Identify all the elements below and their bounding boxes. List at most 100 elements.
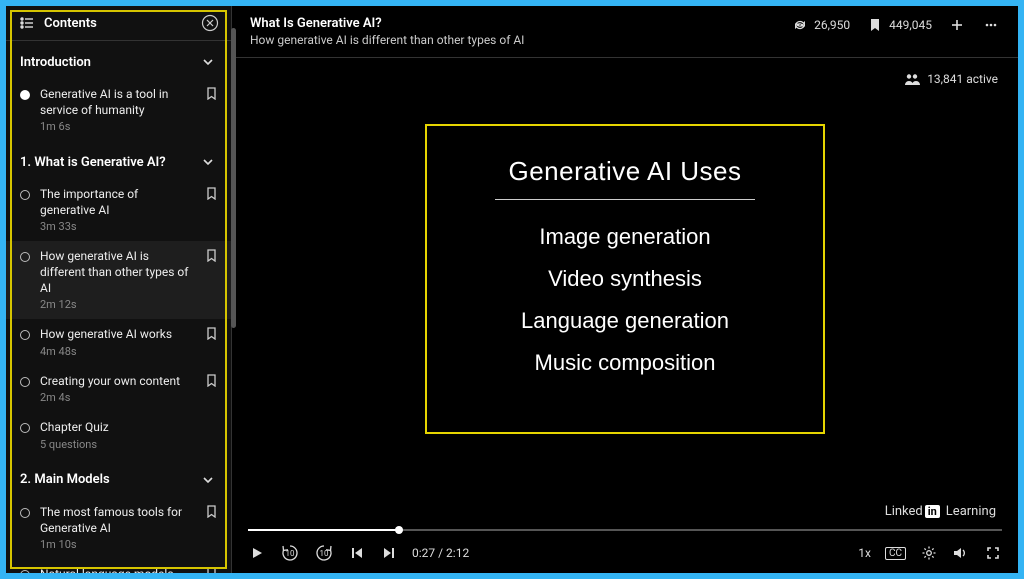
slide-heading: Generative AI Uses: [447, 156, 803, 187]
progress-indicator: [20, 508, 30, 518]
section-title: 2. Main Models: [20, 472, 110, 487]
progress-indicator: [20, 423, 30, 433]
sidebar-title: Contents: [44, 16, 97, 31]
linkedin-learning-brand: Linked in Learning: [885, 504, 996, 519]
progress-indicator: [20, 90, 30, 100]
lesson-duration: 5 questions: [40, 438, 217, 451]
cc-button[interactable]: CC: [885, 547, 906, 560]
settings-icon[interactable]: [920, 544, 938, 562]
lesson-item[interactable]: Creating your own content2m 4s: [6, 366, 231, 413]
volume-icon[interactable]: [952, 544, 970, 562]
content-pane: What Is Generative AI? How generative AI…: [232, 6, 1018, 573]
speed-button[interactable]: 1x: [858, 546, 871, 560]
lesson-title: The most famous tools for Generative AI: [40, 505, 196, 536]
bookmark-metric[interactable]: 449,045: [866, 16, 932, 34]
lesson-title: Generative AI is a tool in service of hu…: [40, 87, 196, 118]
chevron-down-icon: [199, 153, 217, 171]
section-header[interactable]: Introduction: [6, 41, 231, 79]
section-title: Introduction: [20, 55, 91, 70]
lesson-title: The importance of generative AI: [40, 187, 196, 218]
scrub-fill: [248, 529, 399, 531]
chevron-down-icon: [199, 53, 217, 71]
progress-indicator: [20, 252, 30, 262]
section-header[interactable]: 1. What is Generative AI?: [6, 141, 231, 179]
back-10-label: 10: [280, 543, 300, 563]
top-actions: 26,950 449,045: [791, 16, 1000, 34]
lesson-title: How generative AI works: [40, 327, 196, 343]
contents-sidebar: Contents Introduction Generative AI is a …: [6, 6, 232, 573]
back-10-icon[interactable]: 10: [280, 543, 300, 563]
brand-learning: Learning: [946, 504, 996, 519]
add-icon[interactable]: [948, 16, 966, 34]
bookmark-icon[interactable]: [206, 374, 217, 387]
slide-rule: [495, 199, 755, 200]
progress-indicator: [20, 190, 30, 200]
contents-icon: [18, 14, 36, 32]
brand-linked: Linked: [885, 504, 923, 519]
bookmark-icon[interactable]: [206, 249, 217, 262]
chevron-down-icon: [199, 471, 217, 489]
fullscreen-icon[interactable]: [984, 544, 1002, 562]
slide-item-2: Video synthesis: [447, 266, 803, 292]
sidebar-body[interactable]: Introduction Generative AI is a tool in s…: [6, 41, 231, 573]
lesson-item[interactable]: Chapter Quiz 5 questions: [6, 412, 231, 459]
reshare-metric[interactable]: 26,950: [791, 16, 850, 34]
sidebar-header: Contents: [6, 6, 231, 41]
lesson-duration: 1m 6s: [40, 120, 196, 133]
section-title: 1. What is Generative AI?: [20, 155, 166, 170]
video-area[interactable]: 13,841 active Generative AI Uses Image g…: [232, 58, 1018, 573]
bookmark-count: 449,045: [889, 18, 932, 32]
prev-track-icon[interactable]: [348, 544, 366, 562]
lesson-item[interactable]: The importance of generative AI 3m 33s: [6, 179, 231, 241]
control-row: 10 10 0:27 / 2:12 1x CC: [248, 543, 1002, 563]
fwd-10-label: 10: [314, 543, 334, 563]
lesson-duration: 2m 4s: [40, 391, 196, 404]
controls-left: 10 10 0:27 / 2:12: [248, 543, 469, 563]
slide-item-3: Language generation: [447, 308, 803, 334]
lesson-item[interactable]: How generative AI works 4m 48s: [6, 319, 231, 366]
top-bar: What Is Generative AI? How generative AI…: [232, 6, 1018, 58]
scrub-bar[interactable]: [248, 523, 1002, 537]
bookmark-icon: [866, 16, 884, 34]
people-icon: [903, 70, 921, 88]
bookmark-icon[interactable]: [206, 87, 217, 100]
lesson-item[interactable]: How generative AI is different than othe…: [6, 241, 231, 319]
forward-10-icon[interactable]: 10: [314, 543, 334, 563]
lesson-duration: 2m 12s: [40, 298, 196, 311]
lesson-item[interactable]: The most famous tools for Generative AI1…: [6, 497, 231, 559]
bookmark-icon[interactable]: [206, 187, 217, 200]
lesson-duration: 3m 33s: [40, 220, 196, 233]
play-icon[interactable]: [248, 544, 266, 562]
active-viewers: 13,841 active: [903, 70, 998, 88]
reshare-count: 26,950: [814, 18, 850, 32]
progress-indicator: [20, 330, 30, 340]
bookmark-icon[interactable]: [206, 505, 217, 518]
reshare-icon: [791, 16, 809, 34]
section-header[interactable]: 2. Main Models: [6, 459, 231, 497]
course-title: What Is Generative AI?: [250, 16, 524, 31]
progress-indicator: [20, 377, 30, 387]
slide-frame: Generative AI Uses Image generation Vide…: [425, 124, 825, 434]
bookmark-icon[interactable]: [206, 327, 217, 340]
main-row: Contents Introduction Generative AI is a …: [6, 6, 1018, 573]
brand-in: in: [925, 505, 940, 518]
slide-item-1: Image generation: [447, 224, 803, 250]
next-track-icon[interactable]: [380, 544, 398, 562]
scrub-thumb[interactable]: [395, 526, 403, 534]
player-controls: 10 10 0:27 / 2:12 1x CC: [232, 523, 1018, 573]
lesson-item[interactable]: Natural language models3m 32s: [6, 559, 231, 573]
lesson-title: How generative AI is different than othe…: [40, 249, 196, 296]
progress-indicator: [20, 570, 30, 573]
active-count: 13,841 active: [927, 72, 998, 86]
more-icon[interactable]: [982, 16, 1000, 34]
lesson-title: How generative AI is different than othe…: [250, 33, 524, 47]
app-root: Contents Introduction Generative AI is a …: [6, 6, 1018, 573]
bookmark-icon[interactable]: [206, 567, 217, 573]
lesson-item[interactable]: Generative AI is a tool in service of hu…: [6, 79, 231, 141]
controls-right: 1x CC: [858, 544, 1002, 562]
lesson-title: Chapter Quiz: [40, 420, 217, 436]
close-icon[interactable]: [201, 14, 219, 32]
lesson-title: Natural language models: [40, 567, 196, 573]
lesson-title: Creating your own content: [40, 374, 196, 390]
lesson-duration: 4m 48s: [40, 345, 196, 358]
